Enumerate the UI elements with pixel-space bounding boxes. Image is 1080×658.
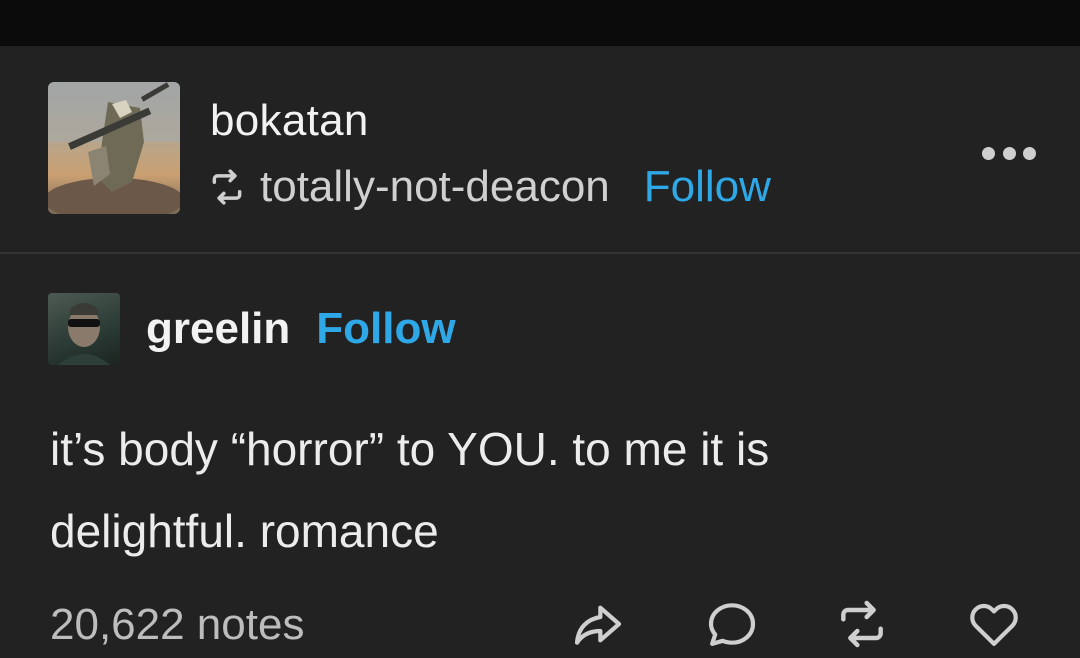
original-poster-avatar[interactable] (48, 293, 120, 365)
reblog-source-name[interactable]: totally-not-deacon (260, 162, 610, 212)
reblog-header: bokatan totally-not-deacon Follow (0, 46, 1080, 252)
more-dot (982, 146, 995, 160)
more-dot (1023, 146, 1036, 160)
heart-icon[interactable] (966, 596, 1022, 652)
notes-count[interactable]: 20,622 notes (50, 600, 304, 650)
more-options-icon[interactable] (982, 142, 1036, 164)
original-post-header: greelin Follow (48, 292, 456, 366)
top-bar (0, 0, 1080, 46)
follow-reblog-source-button[interactable]: Follow (644, 162, 771, 212)
reply-icon[interactable] (704, 596, 760, 652)
follow-original-poster-button[interactable]: Follow (316, 304, 455, 354)
share-icon[interactable] (570, 596, 626, 652)
reblog-source-row: totally-not-deacon Follow (208, 162, 771, 212)
header-divider (0, 252, 1080, 254)
reblogger-name[interactable]: bokatan (210, 96, 369, 146)
original-poster-name[interactable]: greelin (146, 304, 290, 354)
post-footer: 20,622 notes (0, 592, 1080, 658)
post-text-line: it’s body “horror” to YOU. to me it is (50, 423, 770, 475)
reblogger-avatar[interactable] (48, 82, 180, 214)
more-dot (1002, 146, 1016, 160)
reblog-icon (212, 169, 242, 205)
post-text-line: delightful. romance (50, 505, 439, 557)
reblog-icon[interactable] (834, 596, 890, 652)
post-text: it’s body “horror” to YOU. to me it is d… (50, 408, 1030, 572)
